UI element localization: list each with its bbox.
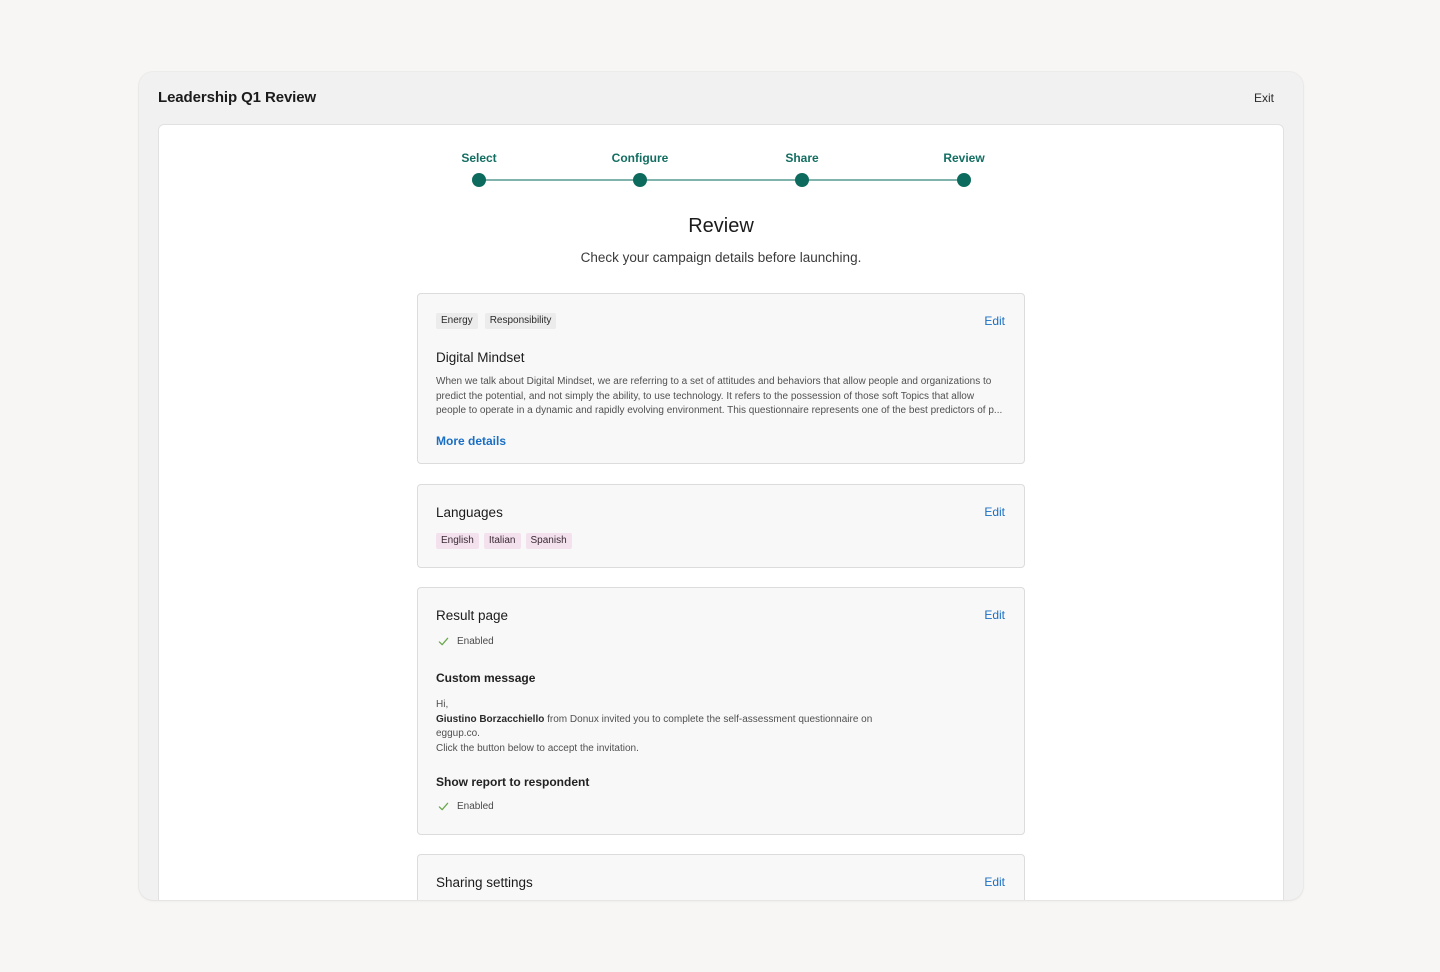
result-page-card: Result page Edit Enabled Custom message … (417, 587, 1025, 835)
languages-card: Languages Edit English Italian Spanish (417, 484, 1025, 568)
custom-message-title: Custom message (436, 671, 536, 685)
step-share[interactable]: Share (742, 151, 862, 187)
message-line: Giustino Borzacchiello from Donux invite… (436, 713, 906, 728)
edit-sharing-link[interactable]: Edit (984, 875, 1005, 889)
language-tag: Spanish (525, 533, 572, 549)
step-label: Review (943, 151, 985, 165)
check-icon (438, 802, 449, 811)
sender-name: Giustino Borzacchiello (436, 713, 545, 725)
page-background: Leadership Q1 Review Exit Select Configu… (0, 0, 1440, 972)
edit-result-page-link[interactable]: Edit (984, 608, 1005, 622)
step-dot (633, 173, 647, 187)
questionnaire-description: When we talk about Digital Mindset, we a… (436, 375, 1008, 419)
step-label: Select (461, 151, 497, 165)
step-dot (472, 173, 486, 187)
description-line: predict the potential, and not simply th… (436, 390, 975, 402)
topic-tags: Energy Responsibility (436, 313, 557, 329)
message-line: eggup.co. (436, 728, 480, 740)
status-text: Enabled (457, 636, 494, 647)
window-title: Leadership Q1 Review (158, 89, 317, 106)
language-tag: Italian (483, 533, 521, 549)
step-review[interactable]: Review (904, 151, 1024, 187)
questionnaire-title: Digital Mindset (436, 350, 525, 365)
edit-questionnaire-link[interactable]: Edit (984, 314, 1005, 328)
description-line: When we talk about Digital Mindset, we a… (436, 376, 992, 387)
languages-title: Languages (436, 505, 503, 520)
exit-button[interactable]: Exit (1254, 91, 1274, 105)
message-line: Click the button below to accept the inv… (436, 742, 639, 754)
step-configure[interactable]: Configure (580, 151, 700, 187)
edit-languages-link[interactable]: Edit (984, 505, 1005, 519)
step-dot (795, 173, 809, 187)
step-dot (957, 173, 971, 187)
language-tags: English Italian Spanish (436, 533, 572, 549)
description-line: people to operate in a dynamic and rapid… (436, 405, 1003, 417)
stepper: Select Configure Share Review (159, 125, 1283, 205)
show-report-status: Enabled (438, 801, 494, 812)
step-select[interactable]: Select (419, 151, 539, 187)
step-label: Configure (611, 151, 669, 165)
sharing-settings-card: Sharing settings Edit (417, 854, 1025, 900)
sharing-settings-title: Sharing settings (436, 875, 533, 890)
message-text: from Donux invited you to complete the s… (544, 713, 873, 725)
step-label: Share (785, 151, 819, 165)
questionnaire-card: Energy Responsibility Edit Digital Minds… (417, 293, 1025, 464)
result-page-title: Result page (436, 608, 509, 623)
topic-tag: Energy (436, 313, 478, 329)
page-title: Review (688, 215, 754, 237)
page-subtitle: Check your campaign details before launc… (580, 250, 862, 265)
more-details-link[interactable]: More details (436, 434, 506, 448)
check-icon (438, 637, 449, 646)
language-tag: English (436, 533, 479, 549)
stepper-connector (479, 179, 963, 181)
show-report-title: Show report to respondent (436, 775, 590, 789)
wizard-window: Leadership Q1 Review Exit Select Configu… (139, 72, 1303, 900)
review-panel: Select Configure Share Review Review Che… (158, 124, 1284, 900)
message-greeting: Hi, (436, 699, 449, 710)
status-text: Enabled (457, 801, 494, 812)
custom-message-body: Hi, Giustino Borzacchiello from Donux in… (436, 698, 906, 756)
topic-tag: Responsibility (484, 313, 557, 329)
result-page-status: Enabled (438, 636, 494, 647)
